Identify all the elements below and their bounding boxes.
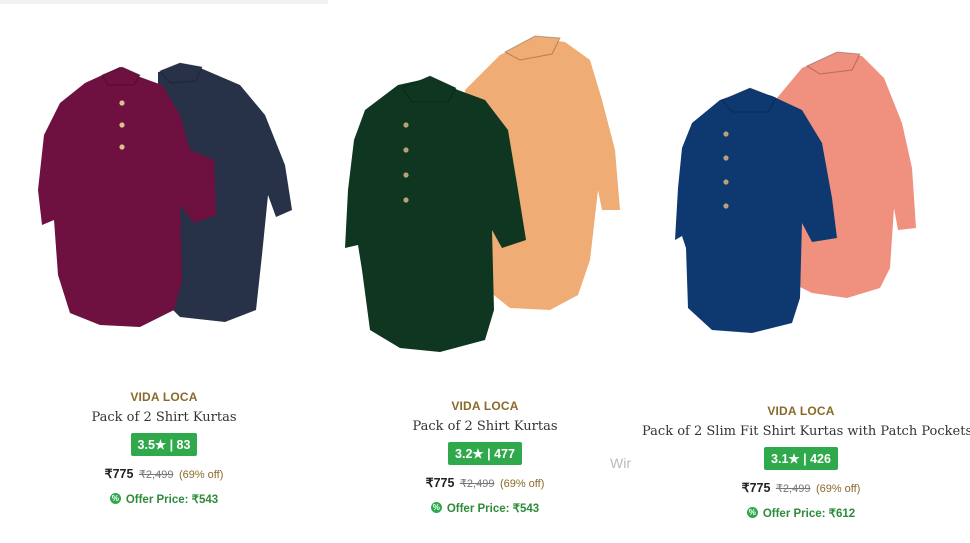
product-card[interactable]: VIDA LOCA Pack of 2 Shirt Kurtas 3.2★ | … xyxy=(330,0,640,543)
price-row: ₹775 ₹2,499 (69% off) xyxy=(330,475,640,490)
brand-name: VIDA LOCA xyxy=(451,399,519,413)
watermark-text: Wir xyxy=(610,455,631,471)
offer-tag-icon: % xyxy=(109,493,121,504)
product-title[interactable]: Pack of 2 Slim Fit Shirt Kurtas with Pat… xyxy=(642,424,970,439)
product-image[interactable] xyxy=(30,55,300,330)
product-title[interactable]: Pack of 2 Shirt Kurtas xyxy=(330,419,640,434)
offer-tag-icon: % xyxy=(746,507,758,518)
rating-badge: 3.1★ | 426 xyxy=(764,447,838,470)
sale-price: ₹775 xyxy=(104,467,134,481)
price-row: ₹775 ₹2,499 (69% off) xyxy=(0,466,328,481)
product-image[interactable] xyxy=(340,30,640,355)
discount-text: (69% off) xyxy=(815,483,861,495)
offer-price: % Offer Price: ₹612 xyxy=(746,506,856,520)
mrp-price: ₹2,499 xyxy=(138,469,174,481)
product-card[interactable]: VIDA LOCA Pack of 2 Shirt Kurtas 3.5★ | … xyxy=(0,0,328,543)
mrp-price: ₹2,499 xyxy=(459,478,495,490)
sale-price: ₹775 xyxy=(425,476,455,490)
mrp-price: ₹2,499 xyxy=(775,483,811,495)
price-row: ₹775 ₹2,499 (69% off) xyxy=(642,480,960,495)
offer-price-label: Offer Price: ₹612 xyxy=(762,507,856,520)
brand-name: VIDA LOCA xyxy=(767,404,835,418)
offer-price: % Offer Price: ₹543 xyxy=(430,501,540,515)
brand-name: VIDA LOCA xyxy=(130,390,198,404)
offer-price-label: Offer Price: ₹543 xyxy=(446,502,540,515)
product-title[interactable]: Pack of 2 Shirt Kurtas xyxy=(0,410,328,425)
product-image[interactable] xyxy=(672,48,932,338)
rating-badge: 3.5★ | 83 xyxy=(130,433,198,456)
discount-text: (69% off) xyxy=(178,469,224,481)
offer-tag-icon: % xyxy=(430,502,442,513)
offer-price: % Offer Price: ₹543 xyxy=(109,492,219,506)
product-info: VIDA LOCA Pack of 2 Shirt Kurtas 3.2★ | … xyxy=(330,399,640,515)
product-info: VIDA LOCA Pack of 2 Shirt Kurtas 3.5★ | … xyxy=(0,390,328,506)
offer-price-label: Offer Price: ₹543 xyxy=(125,493,219,506)
sale-price: ₹775 xyxy=(741,481,771,495)
rating-badge: 3.2★ | 477 xyxy=(448,442,522,465)
discount-text: (69% off) xyxy=(499,478,545,490)
product-info: VIDA LOCA Pack of 2 Slim Fit Shirt Kurta… xyxy=(642,404,970,520)
product-card[interactable]: VIDA LOCA Pack of 2 Slim Fit Shirt Kurta… xyxy=(642,0,970,543)
